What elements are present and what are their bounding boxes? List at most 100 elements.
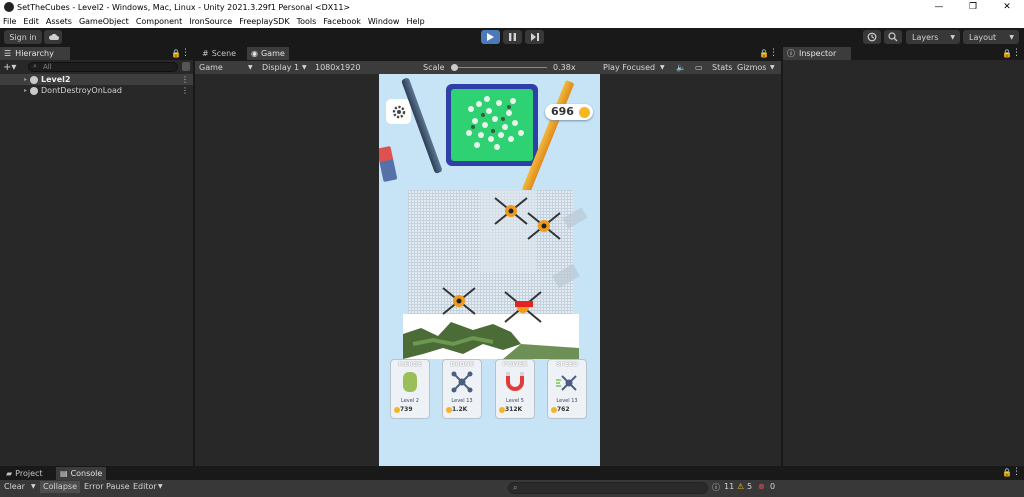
more-menu-icon[interactable]: ⋮ bbox=[1012, 467, 1021, 477]
resolution-dropdown[interactable]: 1080x1920 bbox=[315, 61, 360, 74]
game-render[interactable]: 696 MERGE Level 2 739 DRONE Level 13 1.2… bbox=[379, 74, 600, 466]
play-button[interactable] bbox=[481, 30, 500, 44]
menu-edit[interactable]: Edit bbox=[23, 17, 39, 26]
filter-icon[interactable] bbox=[182, 62, 190, 71]
console-search-input[interactable]: ⌕ bbox=[508, 482, 708, 494]
card-price: 739 bbox=[400, 406, 413, 413]
card-level: Level 13 bbox=[556, 398, 578, 404]
editor-dropdown[interactable]: Editor bbox=[133, 482, 157, 491]
scale-label: Scale bbox=[423, 63, 445, 72]
chevron-right-icon[interactable]: ▸ bbox=[24, 87, 27, 94]
card-level: Level 13 bbox=[451, 398, 473, 404]
menu-component[interactable]: Component bbox=[136, 17, 182, 26]
lock-icon[interactable]: 🔒 bbox=[171, 49, 181, 58]
pause-button[interactable] bbox=[503, 30, 522, 44]
more-menu-icon[interactable]: ⋮ bbox=[181, 86, 189, 95]
menu-help[interactable]: Help bbox=[406, 17, 424, 26]
drone-icon bbox=[451, 371, 473, 393]
filled-pixel-area bbox=[403, 314, 579, 359]
coin-count: 696 bbox=[551, 105, 574, 118]
play-focused-dropdown[interactable]: Play Focused bbox=[603, 61, 655, 74]
tab-hierarchy[interactable]: ☰ Hierarchy bbox=[0, 47, 70, 60]
hierarchy-item-dontdestroyonload[interactable]: ▸ DontDestroyOnLoad ⋮ bbox=[0, 85, 193, 96]
game-mode-dropdown[interactable]: Game bbox=[199, 61, 223, 74]
chevron-right-icon[interactable]: ▸ bbox=[24, 76, 27, 83]
tab-project[interactable]: ▰ Project bbox=[2, 467, 47, 480]
sign-in-button[interactable]: Sign in bbox=[4, 30, 42, 44]
inspector-tabstrip: ⓘ Inspector 🔒 ⋮ bbox=[783, 47, 1024, 60]
console-icon: ▤ bbox=[60, 469, 68, 478]
main-toolbar: Sign in Layers ▼ Layout ▼ bbox=[0, 28, 1024, 47]
menu-facebook[interactable]: Facebook bbox=[323, 17, 361, 26]
warning-count: 5 bbox=[747, 482, 753, 491]
scene-icon bbox=[30, 75, 39, 84]
lock-icon[interactable]: 🔒 bbox=[1002, 49, 1012, 58]
gizmos-toggle[interactable]: Gizmos bbox=[737, 61, 766, 74]
vsync-icon[interactable]: ▭ bbox=[695, 61, 703, 74]
warning-icon[interactable]: ⚠ bbox=[737, 482, 744, 491]
step-icon bbox=[530, 33, 539, 41]
settings-button[interactable] bbox=[386, 99, 411, 124]
menu-window[interactable]: Window bbox=[368, 17, 400, 26]
card-title: POWER bbox=[502, 361, 528, 368]
magnet-icon bbox=[506, 372, 524, 391]
collapse-toggle[interactable]: Collapse bbox=[40, 481, 80, 493]
upgrade-card-drone[interactable]: DRONE Level 13 1.2K bbox=[442, 359, 482, 419]
cube-box bbox=[446, 84, 538, 166]
display-dropdown[interactable]: Display 1 bbox=[262, 61, 299, 74]
card-price: 1.2K bbox=[452, 406, 468, 413]
hierarchy-search-input[interactable]: ⌕ All bbox=[28, 62, 178, 72]
hierarchy-item-level2[interactable]: ▸ Level2 ⋮ bbox=[0, 74, 193, 85]
minimize-button[interactable]: — bbox=[922, 0, 956, 14]
scale-slider-handle[interactable] bbox=[451, 64, 458, 71]
speed-drone-icon bbox=[556, 375, 577, 391]
console-toolbar: Clear ▼ Collapse Error Pause Editor ▼ ⌕ … bbox=[0, 480, 1024, 497]
tab-project-label: Project bbox=[15, 469, 43, 478]
search-icon[interactable] bbox=[884, 30, 902, 44]
more-menu-icon[interactable]: ⋮ bbox=[1012, 48, 1021, 58]
upgrade-card-power[interactable]: POWER Level 5 312K bbox=[495, 359, 535, 419]
menu-freeplaysdk[interactable]: FreeplaySDK bbox=[239, 17, 289, 26]
scale-slider-track[interactable] bbox=[451, 67, 547, 68]
tab-game-label: Game bbox=[260, 49, 285, 58]
error-icon[interactable]: ⊗ bbox=[758, 482, 765, 491]
add-icon[interactable]: +▾ bbox=[3, 62, 16, 73]
stats-toggle[interactable]: Stats bbox=[712, 61, 732, 74]
upgrade-card-speed[interactable]: SPEED Level 13 762 bbox=[547, 359, 587, 419]
more-menu-icon[interactable]: ⋮ bbox=[769, 48, 778, 58]
menu-file[interactable]: File bbox=[3, 17, 16, 26]
close-button[interactable]: ✕ bbox=[990, 0, 1024, 14]
upgrade-card-merge[interactable]: MERGE Level 2 739 bbox=[390, 359, 430, 419]
card-title: SPEED bbox=[556, 361, 578, 368]
tab-game[interactable]: ◉ Game bbox=[247, 47, 289, 60]
tab-hierarchy-label: Hierarchy bbox=[15, 49, 54, 58]
lock-icon[interactable]: 🔒 bbox=[1002, 468, 1012, 477]
more-menu-icon[interactable]: ⋮ bbox=[181, 48, 190, 58]
lock-icon[interactable]: 🔒 bbox=[759, 49, 769, 58]
cloud-icon[interactable] bbox=[44, 30, 62, 44]
menu-tools[interactable]: Tools bbox=[297, 17, 317, 26]
step-button[interactable] bbox=[525, 30, 544, 44]
info-log-icon[interactable]: ⓘ bbox=[712, 482, 720, 493]
layers-dropdown[interactable]: Layers ▼ bbox=[906, 30, 960, 44]
maximize-button[interactable]: ❐ bbox=[956, 0, 990, 14]
clear-button[interactable]: Clear bbox=[4, 482, 25, 491]
folder-icon: ▰ bbox=[6, 469, 13, 478]
scene-grid-icon: # bbox=[202, 49, 209, 58]
tab-inspector[interactable]: ⓘ Inspector bbox=[783, 47, 851, 60]
chevron-down-icon[interactable]: ▼ bbox=[31, 483, 36, 490]
menu-gameobject[interactable]: GameObject bbox=[79, 17, 129, 26]
card-level: Level 2 bbox=[401, 398, 419, 404]
chevron-down-icon: ▼ bbox=[158, 483, 163, 490]
card-level: Level 5 bbox=[506, 398, 524, 404]
tab-console[interactable]: ▤ Console bbox=[56, 467, 107, 480]
title-bar: SetTheCubes - Level2 - Windows, Mac, Lin… bbox=[0, 0, 1024, 14]
history-icon[interactable] bbox=[863, 30, 881, 44]
tab-scene[interactable]: # Scene bbox=[198, 47, 240, 60]
menu-ironsource[interactable]: IronSource bbox=[189, 17, 232, 26]
layout-dropdown[interactable]: Layout ▼ bbox=[963, 30, 1019, 44]
menu-assets[interactable]: Assets bbox=[46, 17, 72, 26]
more-menu-icon[interactable]: ⋮ bbox=[181, 75, 189, 84]
audio-mute-icon[interactable]: 🔈 bbox=[676, 61, 686, 74]
error-pause-toggle[interactable]: Error Pause bbox=[84, 482, 130, 491]
